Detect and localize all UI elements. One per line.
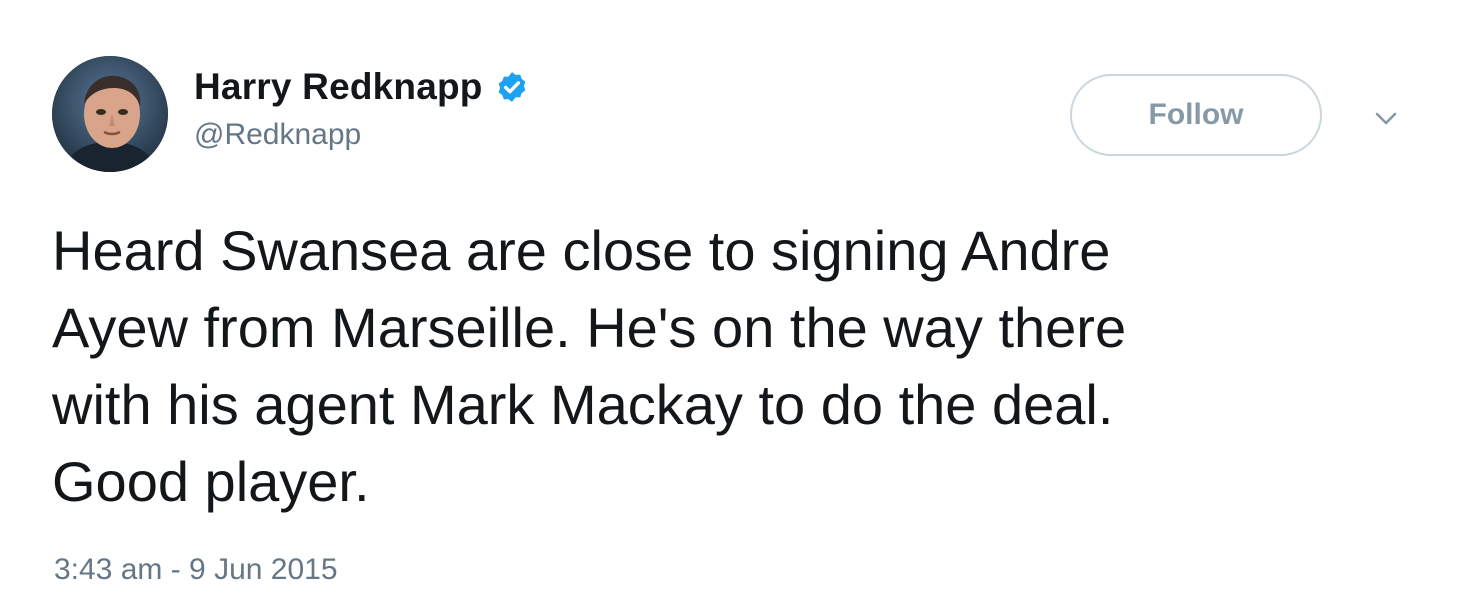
user-handle[interactable]: @Redknapp — [194, 118, 529, 152]
name-row: Harry Redknapp — [194, 64, 529, 110]
profile-photo-icon — [52, 56, 168, 172]
follow-button[interactable]: Follow — [1070, 74, 1322, 156]
chevron-down-icon[interactable] — [1370, 102, 1402, 134]
verified-badge-icon — [495, 70, 529, 104]
display-name[interactable]: Harry Redknapp — [194, 66, 483, 108]
tweet-text: Heard Swansea are close to signing Andre… — [52, 219, 1127, 513]
tweet-timestamp[interactable]: 3:43 am - 9 Jun 2015 — [54, 553, 338, 587]
tweet-card: Harry Redknapp @Redknapp Follow Heard Sw… — [0, 0, 1460, 607]
avatar[interactable] — [52, 56, 168, 172]
author-block: Harry Redknapp @Redknapp — [194, 64, 529, 152]
